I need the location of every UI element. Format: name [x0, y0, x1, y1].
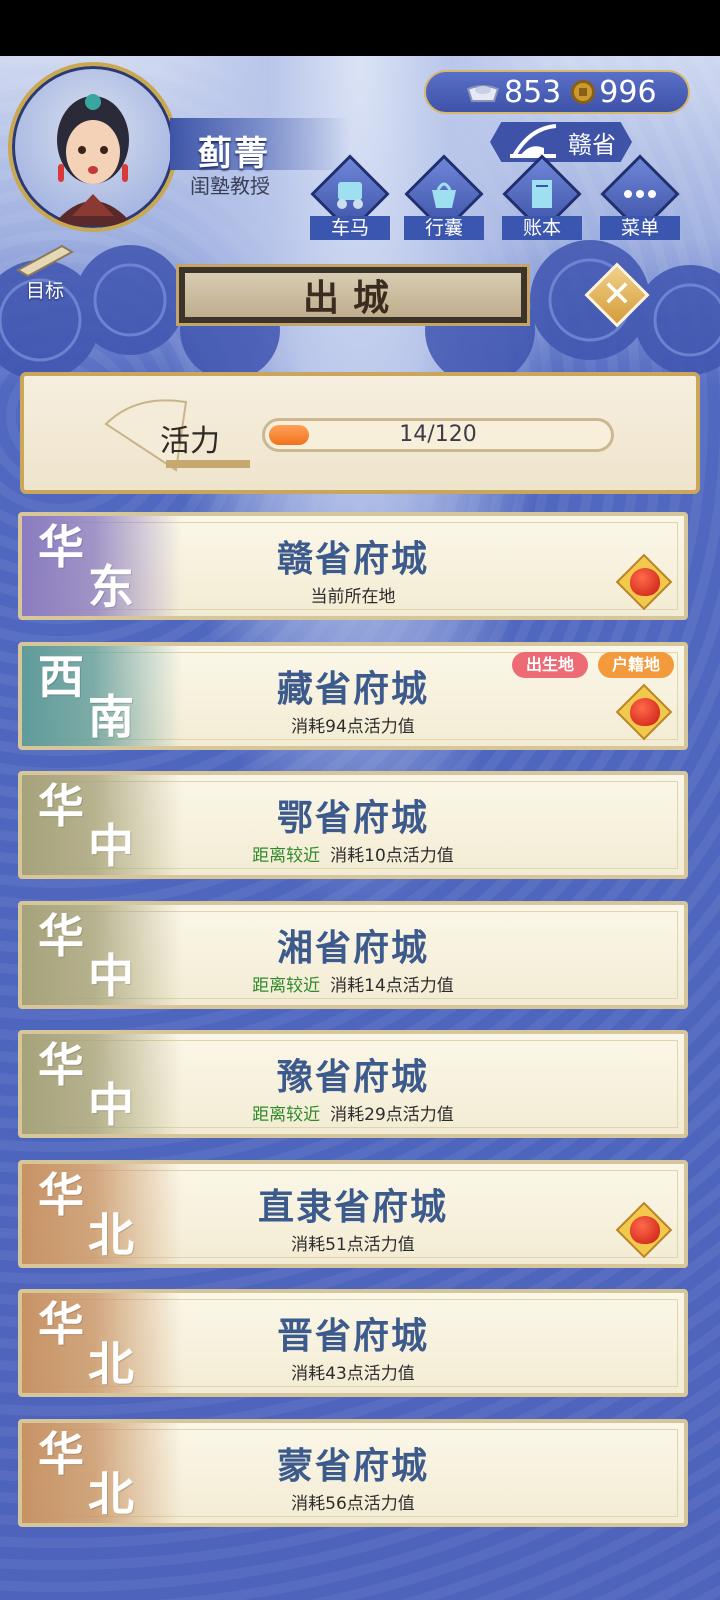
carriage-button[interactable]: 车马	[310, 154, 390, 240]
city-card[interactable]: 华北蒙省府城 消耗56点活力值	[18, 1419, 688, 1527]
player-name: 蓟菁	[198, 134, 270, 174]
cost-text: 消耗14点活力值	[330, 976, 454, 996]
silver-amount: 853	[504, 74, 562, 110]
red-pouch-icon	[630, 568, 660, 596]
cost-text: 当前所在地	[310, 587, 396, 607]
bag-icon	[432, 182, 456, 208]
city-card[interactable]: 华东赣省府城 当前所在地	[18, 512, 688, 620]
city-cost: 消耗43点活力值	[18, 1359, 688, 1384]
scroll-icon	[15, 244, 75, 278]
page-title: 出城	[302, 278, 403, 319]
carriage-icon	[337, 182, 363, 209]
silver-ingot-icon	[466, 85, 500, 102]
red-pouch-icon	[630, 1216, 660, 1244]
city-card[interactable]: 华中豫省府城 距离较近 消耗29点活力值	[18, 1030, 688, 1138]
ledger-icon	[532, 180, 552, 208]
city-cost: 距离较近 消耗29点活力值	[18, 1100, 688, 1125]
player-title: 闺塾教授	[190, 174, 270, 198]
red-pouch-icon	[630, 698, 660, 726]
city-card[interactable]: 华北晋省府城 消耗43点活力值	[18, 1289, 688, 1397]
city-cost: 距离较近 消耗10点活力值	[18, 841, 688, 866]
stamina-value: 14/120	[399, 422, 477, 447]
city-cost: 消耗51点活力值	[18, 1230, 688, 1255]
stamina-bar: 14/120	[262, 418, 614, 452]
city-card[interactable]: 华中湘省府城 距离较近 消耗14点活力值	[18, 901, 688, 1009]
distance-note: 距离较近	[252, 976, 321, 996]
city-name: 湘省府城	[276, 928, 429, 969]
stamina-label: 活力	[160, 424, 220, 459]
page-title-banner: 出城	[176, 264, 530, 326]
menu-button[interactable]: 菜单	[600, 154, 680, 240]
city-cost: 消耗56点活力值	[18, 1489, 688, 1514]
city-cost: 消耗94点活力值	[18, 712, 688, 737]
carriage-label: 车马	[310, 216, 390, 240]
character-portrait-icon	[52, 94, 134, 226]
cost-text: 消耗51点活力值	[291, 1235, 415, 1255]
city-card[interactable]: 华中鄂省府城 距离较近 消耗10点活力值	[18, 771, 688, 879]
avatar[interactable]	[8, 62, 178, 232]
distance-note: 距离较近	[252, 1105, 321, 1125]
menu-dots-icon	[624, 190, 656, 198]
city-cost: 距离较近 消耗14点活力值	[18, 971, 688, 996]
city-name: 蒙省府城	[276, 1446, 429, 1487]
ledger-button[interactable]: 账本	[502, 154, 582, 240]
cost-text: 消耗10点活力值	[330, 846, 454, 866]
cost-text: 消耗29点活力值	[330, 1105, 454, 1125]
city-name: 豫省府城	[276, 1057, 429, 1098]
ledger-label: 账本	[502, 216, 582, 240]
target-button[interactable]: 目标	[12, 240, 78, 302]
city-name: 直隶省府城	[257, 1187, 448, 1228]
target-label: 目标	[25, 280, 64, 302]
close-icon[interactable]: ✕	[594, 272, 640, 318]
bag-label: 行囊	[404, 216, 484, 240]
sedan-chair-icon	[510, 124, 557, 158]
cost-text: 消耗43点活力值	[291, 1364, 415, 1384]
copper-coin-icon	[571, 80, 596, 104]
currency-bar: 853 996	[424, 70, 690, 114]
status-bar	[0, 0, 720, 56]
distance-note: 距离较近	[252, 846, 321, 866]
city-card[interactable]: 华北直隶省府城 消耗51点活力值	[18, 1160, 688, 1268]
bag-button[interactable]: 行囊	[404, 154, 484, 240]
city-name: 赣省府城	[276, 539, 429, 580]
household-tag: 户籍地	[598, 652, 674, 678]
city-name: 晋省府城	[276, 1316, 429, 1357]
location-label: 赣省	[568, 130, 616, 159]
menu-label: 菜单	[600, 216, 680, 240]
cost-text: 消耗56点活力值	[291, 1494, 415, 1514]
city-cost: 当前所在地	[18, 582, 688, 607]
copper-amount: 996	[599, 74, 657, 110]
birthplace-tag: 出生地	[512, 652, 588, 678]
cost-text: 消耗94点活力值	[291, 717, 415, 737]
city-card[interactable]: 西南藏省府城 消耗94点活力值 出生地 户籍地	[18, 642, 688, 750]
city-name: 鄂省府城	[276, 798, 429, 839]
